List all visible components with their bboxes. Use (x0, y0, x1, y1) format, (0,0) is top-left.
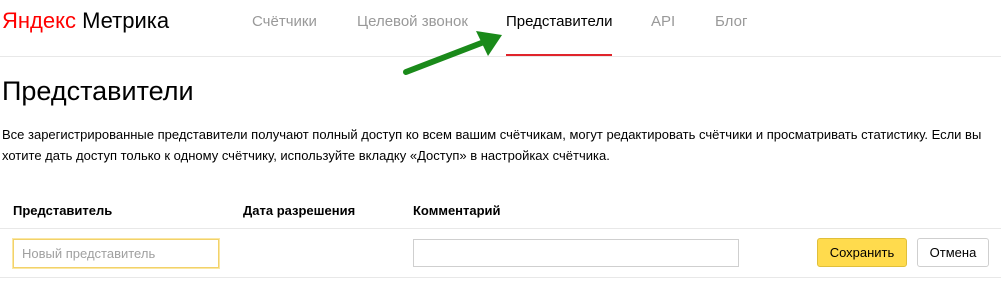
nav-item-representatives[interactable]: Представители (506, 12, 612, 32)
nav-item-api[interactable]: API (651, 12, 675, 32)
logo-yandex-text: Яндекс (2, 8, 76, 33)
yandex-metrika-logo[interactable]: Яндекс Метрика (2, 7, 169, 35)
nav-item-counters[interactable]: Счётчики (252, 12, 317, 32)
save-button[interactable]: Сохранить (817, 238, 907, 267)
cancel-button[interactable]: Отмена (917, 238, 989, 267)
new-representative-input[interactable] (13, 239, 219, 268)
column-header-comment: Комментарий (413, 203, 501, 218)
table-header-divider (0, 228, 1001, 229)
column-header-permission-date: Дата разрешения (243, 203, 356, 218)
active-tab-underline (506, 54, 612, 56)
logo-metrika-text: Метрика (75, 8, 170, 33)
column-header-representative: Представитель (13, 203, 113, 218)
nav-item-blog[interactable]: Блог (715, 12, 747, 32)
page-title: Представители (2, 76, 194, 106)
green-arrow-icon (403, 31, 502, 75)
comment-input[interactable] (413, 239, 739, 267)
table-row-divider (0, 277, 1001, 278)
page-description: Все зарегистрированные представители пол… (2, 127, 982, 163)
